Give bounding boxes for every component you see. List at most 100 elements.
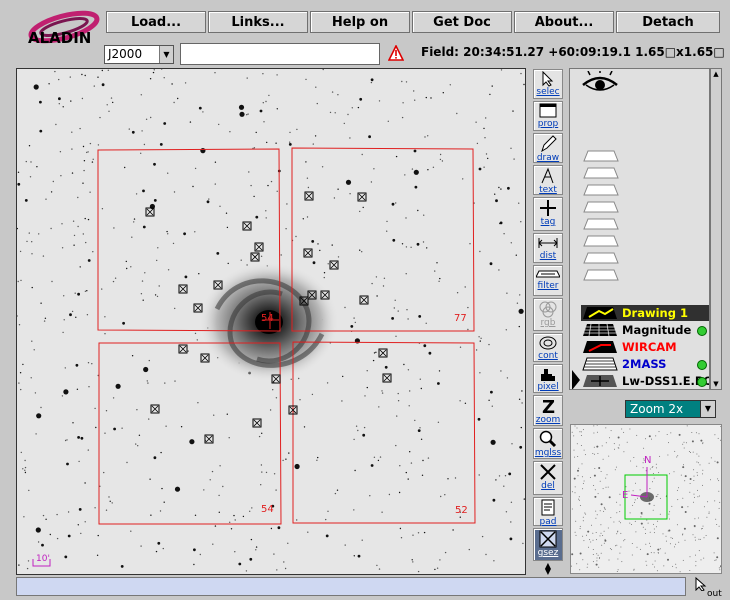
tool-label: text: [539, 185, 557, 195]
tool-del-button[interactable]: del: [533, 461, 563, 495]
tool-label: selec: [536, 87, 560, 97]
help-button[interactable]: Help on: [310, 11, 410, 33]
get-doc-button[interactable]: Get Doc: [412, 11, 512, 33]
chevron-down-icon: ▼: [700, 401, 715, 417]
plane-name: WIRCAM: [622, 340, 677, 354]
out-button[interactable]: out: [691, 577, 722, 599]
svg-text:ALADIN: ALADIN: [28, 29, 91, 47]
tool-text-button[interactable]: text: [533, 165, 563, 195]
plane-2[interactable]: WIRCAM: [581, 339, 709, 355]
visibility-dot[interactable]: [697, 377, 707, 387]
plane-name: Magnitude: [622, 323, 692, 337]
plane-0[interactable]: Drawing 1: [581, 305, 709, 321]
plane-scrollbar[interactable]: ▲ ▼: [710, 68, 722, 390]
field-info: Field: 20:34:51.27 +60:09:19.1 1.65□x1.6…: [421, 45, 725, 59]
tool-pixel-button[interactable]: pixel: [533, 364, 563, 393]
tool-label: del: [541, 481, 555, 491]
plane-name: 2MASS: [622, 357, 667, 371]
scale-label: 10': [36, 554, 50, 564]
visibility-dot[interactable]: [697, 360, 707, 370]
tile-label: 77: [454, 313, 467, 324]
tool-label: dist: [539, 251, 557, 261]
warning-icon[interactable]: [387, 44, 405, 61]
tool-rgb-button: rgb: [533, 298, 563, 331]
empty-plane-slot: [582, 149, 620, 166]
tile-label: 54: [261, 313, 274, 324]
empty-plane-slot: [582, 166, 620, 183]
tool-draw-button[interactable]: draw: [533, 133, 563, 163]
empty-plane-slot: [582, 251, 620, 268]
empty-plane-slot: [582, 200, 620, 217]
filter-icon: [534, 267, 562, 281]
tile-label: 54: [261, 504, 274, 515]
properties-icon: [534, 103, 562, 119]
delete-icon: [534, 463, 562, 481]
scroll-down-icon[interactable]: ▼: [711, 379, 721, 389]
contour-icon: [534, 335, 562, 351]
grid-icon: [534, 530, 562, 548]
empty-plane-slot: [582, 217, 620, 234]
tool-zoom-button[interactable]: Zzoom: [533, 395, 563, 426]
plane-icon: [581, 373, 619, 389]
tool-selec-button[interactable]: selec: [533, 69, 563, 99]
tool-label: pixel: [537, 382, 559, 392]
tool-label: zoom: [535, 415, 561, 425]
plane-1[interactable]: Magnitude: [581, 322, 709, 338]
north-label: N: [644, 455, 651, 466]
svg-text:Z: Z: [542, 397, 555, 415]
frame-value: J2000: [108, 47, 143, 61]
tool-label: tag: [540, 217, 556, 227]
empty-plane-slot: [582, 183, 620, 200]
tool-label: draw: [536, 153, 560, 163]
tool-label: filter: [537, 281, 559, 291]
command-input[interactable]: [180, 43, 380, 65]
notepad-icon: [534, 499, 562, 517]
zoom-value: Zoom 2x: [630, 402, 684, 416]
overview-panel[interactable]: N E: [570, 424, 722, 574]
tool-cont-button[interactable]: cont: [533, 333, 563, 362]
tool-label: prop: [537, 119, 559, 129]
tool-label: rgb: [540, 318, 556, 328]
tool-prop-button[interactable]: prop: [533, 101, 563, 131]
pointer-icon: [534, 71, 562, 87]
aladin-logo: ALADIN: [22, 9, 102, 49]
tool-scroll-icon[interactable]: ▲ ▼: [538, 562, 558, 576]
text-icon: [534, 167, 562, 185]
tool-label: cont: [538, 351, 558, 361]
sky-view[interactable]: 77 54 52 54 10': [16, 68, 526, 575]
plane-name: Drawing 1: [622, 306, 688, 320]
rgb-icon: [534, 300, 562, 318]
tool-label: gsez: [537, 548, 559, 558]
zoom-icon: Z: [534, 397, 562, 415]
links-button[interactable]: Links...: [208, 11, 308, 33]
plane-stack[interactable]: Drawing 1 Magnitude WIRCAM 2MASS Lw-DSS1.E.P…: [569, 68, 710, 390]
plane-4[interactable]: Lw-DSS1.E.POSS: [581, 373, 709, 389]
tool-mglss-button[interactable]: mglss: [533, 428, 563, 459]
chevron-down-icon: ▼: [159, 46, 173, 63]
crosshair-icon: [534, 199, 562, 217]
detach-button[interactable]: Detach: [616, 11, 720, 33]
tool-pad-button[interactable]: pad: [533, 497, 563, 527]
tool-label: pad: [539, 517, 557, 527]
eye-icon[interactable]: [580, 69, 620, 98]
magnifier-icon: [534, 430, 562, 448]
visibility-dot[interactable]: [697, 326, 707, 336]
about-button[interactable]: About...: [514, 11, 614, 33]
tool-dist-button[interactable]: dist: [533, 233, 563, 263]
sky-image[interactable]: 77 54 52 54 10': [17, 69, 526, 575]
east-label: E: [622, 490, 628, 501]
load-button[interactable]: Load...: [106, 11, 206, 33]
pointer-icon: [695, 577, 707, 591]
zoom-select[interactable]: Zoom 2x ▼: [625, 400, 716, 418]
tool-filter-button[interactable]: filter: [533, 265, 563, 296]
tool-gsez-button[interactable]: gsez: [533, 528, 563, 561]
frame-select[interactable]: J2000 ▼: [104, 45, 174, 64]
empty-plane-slot: [582, 234, 620, 251]
tool-tag-button[interactable]: tag: [533, 197, 563, 231]
out-label: out: [707, 589, 722, 599]
scroll-up-icon[interactable]: ▲: [711, 69, 721, 79]
pixel-icon: [534, 366, 562, 382]
pencil-icon: [534, 135, 562, 153]
plane-3[interactable]: 2MASS: [581, 356, 709, 372]
status-bar: [16, 577, 686, 596]
